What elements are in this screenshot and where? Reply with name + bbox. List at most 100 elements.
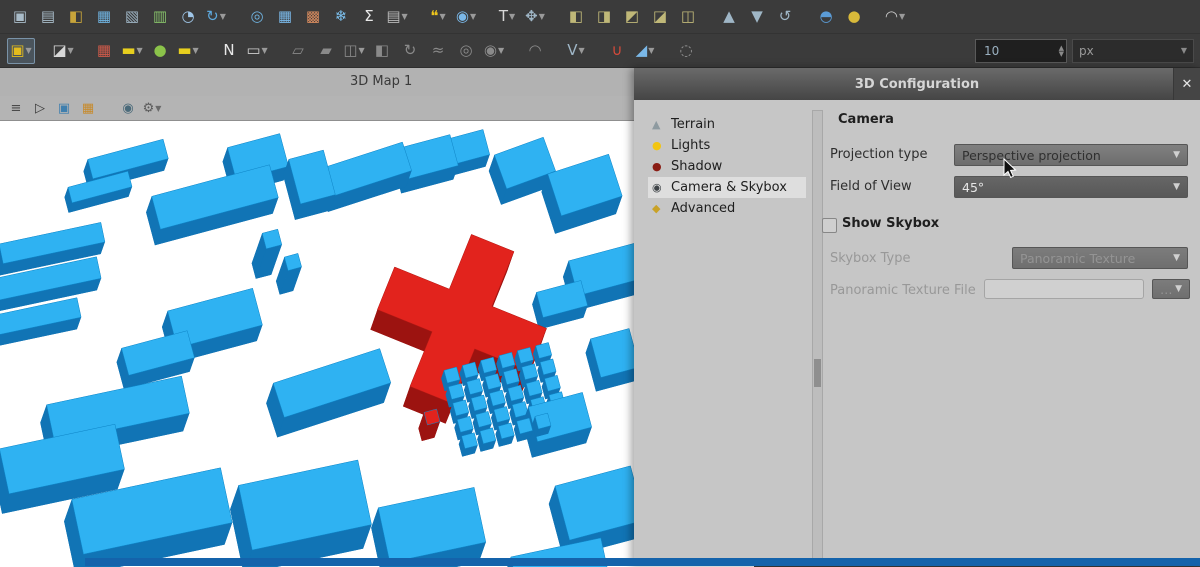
play-animation-icon[interactable]: ▷ [30, 98, 50, 118]
raster-grid-icon[interactable]: ▩ [300, 5, 326, 29]
pin-label-icon[interactable]: ● [147, 39, 173, 63]
toolbar-row-2: ▣▼◪▼▦▬▼●▬▼N▭▼▱▰◫▼◧↻≈◎◉▼◠V▼∪◢▼◌ 10 ▲ ▼ px… [0, 34, 1200, 68]
scrollbar-thumb[interactable] [814, 359, 821, 387]
selection-box-icon-glyph: ◌ [679, 43, 692, 58]
export-scene-icon-glyph: ▦ [82, 101, 94, 116]
chevron-down-icon: ▼ [470, 12, 476, 21]
align-right-icon[interactable]: ◨ [591, 5, 617, 29]
align-top-icon-glyph: ◩ [625, 9, 639, 24]
open-table-icon[interactable]: ▦ [91, 5, 117, 29]
text-tool-icon[interactable]: T▼ [494, 5, 520, 29]
spinbox-down-icon[interactable]: ▼ [1059, 51, 1064, 57]
skybox-type-select[interactable]: Panoramic Texture ▼ [1012, 247, 1188, 269]
browse-file-button[interactable]: … ▼ [1152, 279, 1190, 299]
magnet-icon[interactable]: ∪ [604, 39, 630, 63]
arc-tool-icon[interactable]: ◠▼ [882, 5, 908, 29]
python-icon[interactable]: ◓ [813, 5, 839, 29]
tracing-icon[interactable]: ◢▼ [632, 39, 658, 63]
refresh-icon[interactable]: ↻▼ [203, 5, 229, 29]
toolbar-row-1-icons: ▣▤◧▦▧▥◔↻▼◎▦▩❄Σ▤▼❝▼◉▼T▼✥▼◧◨◩◪◫▲▼↺◓●◠▼ [6, 5, 909, 29]
align-left-icon-glyph: ◧ [569, 9, 583, 24]
save-image-icon[interactable]: ▣ [54, 98, 74, 118]
panoramic-texture-file-input[interactable] [984, 279, 1144, 299]
sidebar-item-shadow[interactable]: ●Shadow [648, 156, 806, 177]
field-of-view-select[interactable]: 45° ▼ [954, 176, 1188, 198]
dialog-titlebar[interactable]: 3D Configuration ✕ [634, 68, 1200, 100]
snowflake-icon[interactable]: ❄ [328, 5, 354, 29]
raise-layer-icon[interactable]: ▲ [716, 5, 742, 29]
bottom-taskbar[interactable] [85, 558, 1200, 566]
export-scene-icon[interactable]: ▦ [78, 98, 98, 118]
chevron-down-icon: ▼ [193, 46, 199, 55]
style-manager-icon[interactable]: ◧ [63, 5, 89, 29]
fill-ring-icon-glyph: ◉ [484, 43, 497, 58]
layout-manager-icon[interactable]: ▤ [35, 5, 61, 29]
bug-icon[interactable]: ● [841, 5, 867, 29]
split-features-icon[interactable]: ◫▼ [341, 39, 367, 63]
dock-icon-glyph: ≡ [11, 101, 22, 116]
offset-curve-icon[interactable]: ◠ [522, 39, 548, 63]
layer-panel-icon[interactable]: ▥ [147, 5, 173, 29]
north-arrow-icon[interactable]: N [216, 39, 242, 63]
hatch-lines-icon[interactable]: ▤▼ [384, 5, 410, 29]
zoom-plus-icon[interactable]: ◉▼ [453, 5, 479, 29]
eye-icon[interactable]: ◉ [118, 98, 138, 118]
size-spinbox-steppers[interactable]: ▲ ▼ [1059, 45, 1064, 57]
chevron-down-icon: ▼ [1173, 182, 1180, 192]
sigma-icon[interactable]: Σ [356, 5, 382, 29]
zoom-plus-icon-glyph: ◉ [456, 9, 469, 24]
highlight-label-icon-glyph: ▬ [177, 43, 191, 58]
rotate-feature-icon[interactable]: ↻ [397, 39, 423, 63]
sidebar-item-lights[interactable]: ●Lights [648, 135, 806, 156]
size-spinbox-value: 10 [984, 44, 999, 58]
speech-bubble-icon-glyph: ❝ [430, 9, 438, 24]
sidebar-item-terrain[interactable]: ▲Terrain [648, 114, 806, 135]
sidebar-item-label: Terrain [671, 117, 715, 132]
sidebar-item-camera-skybox[interactable]: ◉Camera & Skybox [648, 177, 806, 198]
move-tool-icon[interactable]: ✥▼ [522, 5, 548, 29]
snowflake-icon-glyph: ❄ [335, 9, 348, 24]
selection-box-icon[interactable]: ◌ [673, 39, 699, 63]
projection-type-value: Perspective projection [962, 148, 1101, 163]
unit-select[interactable]: px ▼ [1072, 39, 1194, 63]
settings-wrench-icon[interactable]: ⚙▼ [142, 98, 162, 118]
scalebar-icon[interactable]: ▭▼ [244, 39, 270, 63]
deselect-icon[interactable]: ▦ [91, 39, 117, 63]
clock-icon[interactable]: ◔ [175, 5, 201, 29]
new-3d-map-icon[interactable]: ▣ [7, 5, 33, 29]
align-bottom-icon[interactable]: ◪ [647, 5, 673, 29]
align-left-icon[interactable]: ◧ [563, 5, 589, 29]
align-bottom-icon-glyph: ◪ [653, 9, 667, 24]
chevron-down-icon: ▼ [220, 12, 226, 21]
add-ring-icon[interactable]: ◎ [453, 39, 479, 63]
distribute-icon[interactable]: ◫ [675, 5, 701, 29]
speech-bubble-icon[interactable]: ❝▼ [425, 5, 451, 29]
lower-layer-icon[interactable]: ▼ [744, 5, 770, 29]
highlight-label-icon[interactable]: ▬▼ [175, 39, 201, 63]
size-spinbox[interactable]: 10 ▲ ▼ [975, 39, 1067, 63]
lower-layer-icon-glyph: ▼ [751, 9, 763, 24]
offset-curve-icon-glyph: ◠ [528, 43, 541, 58]
attribute-table-icon[interactable]: ▦ [272, 5, 298, 29]
sidebar-item-advanced[interactable]: ◆Advanced [648, 198, 806, 219]
paste-style-icon[interactable]: ▱ [285, 39, 311, 63]
zoom-to-layer-icon[interactable]: ◎ [244, 5, 270, 29]
dock-icon[interactable]: ≡ [6, 98, 26, 118]
projection-type-select[interactable]: Perspective projection ▼ [954, 144, 1188, 166]
simplify-feature-icon[interactable]: ≈ [425, 39, 451, 63]
rotate-tool-icon[interactable]: ↺ [772, 5, 798, 29]
select-rectangle-icon[interactable]: ▣▼ [7, 38, 35, 64]
copy-features-icon[interactable]: ▰ [313, 39, 339, 63]
vertex-tool-icon[interactable]: V▼ [563, 39, 589, 63]
fill-ring-icon[interactable]: ◉▼ [481, 39, 507, 63]
show-skybox-checkbox[interactable] [822, 218, 837, 233]
merge-features-icon[interactable]: ◧ [369, 39, 395, 63]
close-button[interactable]: ✕ [1173, 68, 1200, 100]
eye-icon-glyph: ◉ [122, 101, 133, 116]
field-calculator-icon[interactable]: ▧ [119, 5, 145, 29]
align-top-icon[interactable]: ◩ [619, 5, 645, 29]
dialog-scrollbar[interactable] [812, 110, 823, 560]
label-icon[interactable]: ▬▼ [119, 39, 145, 63]
nodata-diagonal-icon[interactable]: ◪▼ [50, 39, 76, 63]
field-calculator-icon-glyph: ▧ [125, 9, 139, 24]
